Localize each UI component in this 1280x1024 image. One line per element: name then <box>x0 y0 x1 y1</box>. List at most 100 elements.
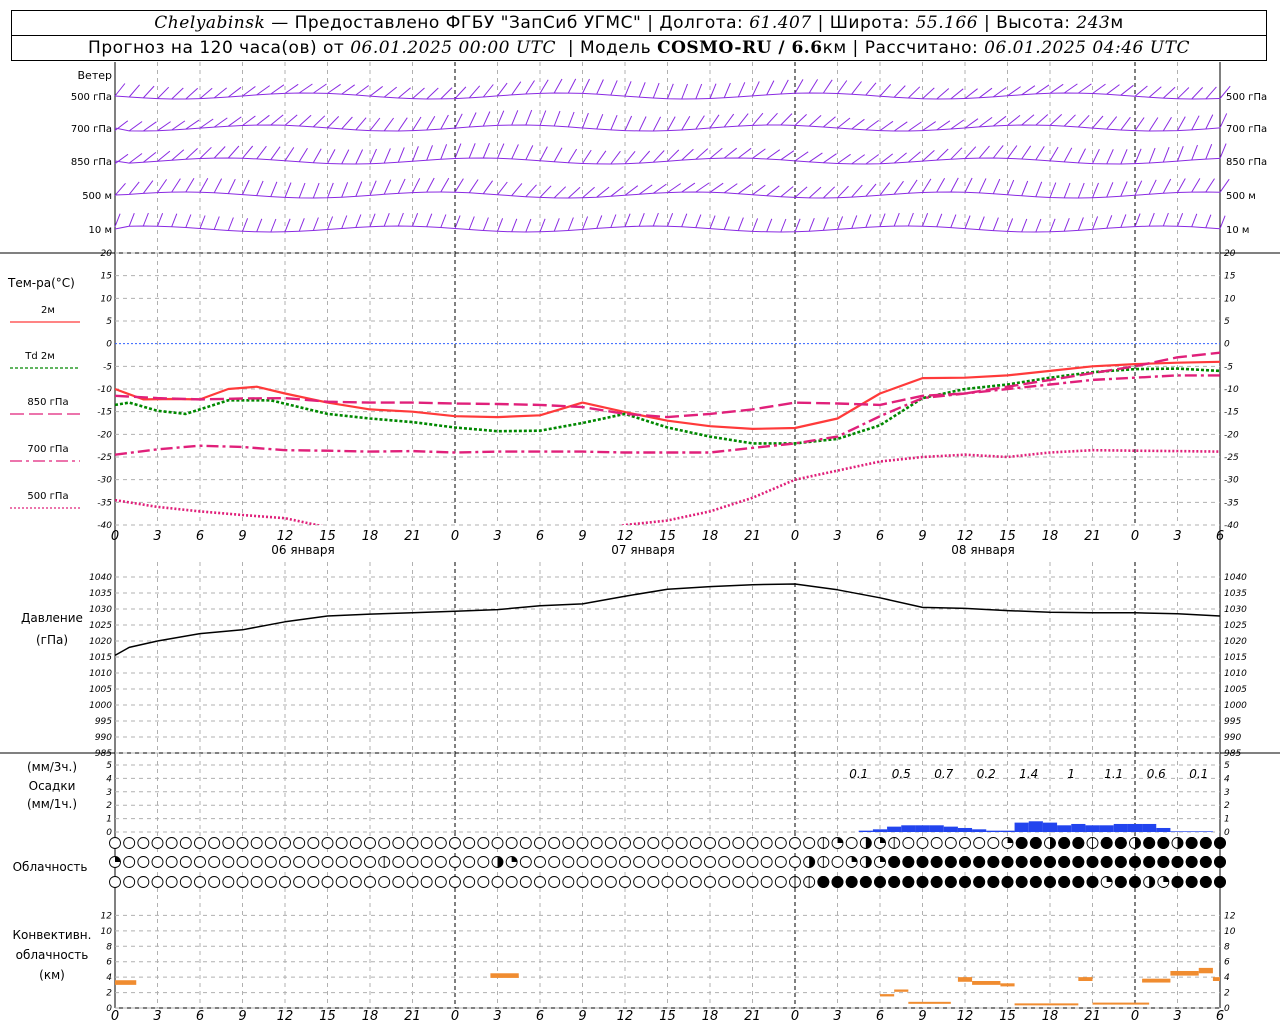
cloud-symbol <box>208 876 221 888</box>
bottom-hour-label: 12 <box>277 1009 294 1024</box>
prec-panel-label: Осадки <box>29 779 76 793</box>
prec-ytick-right: 2 <box>1224 801 1230 811</box>
wind-barb-row <box>114 109 1228 132</box>
bottom-hour-label: 9 <box>578 1009 586 1024</box>
cloud-circle <box>392 876 405 888</box>
conv-panel-label-line: (км) <box>39 968 65 982</box>
cloud-circle <box>491 837 504 849</box>
cloud-circle <box>449 876 461 888</box>
cloud-symbol <box>264 856 277 868</box>
cloud-symbol <box>165 837 178 849</box>
cloud-symbol <box>505 856 518 868</box>
cloud-fill-quarter <box>851 856 858 862</box>
temp-panel-label: Тем-ра(°C) <box>7 276 75 290</box>
cloud-symbol <box>1199 837 1212 849</box>
cloud-symbol <box>307 876 320 888</box>
cloud-circle <box>505 876 518 888</box>
cloud-fill-full <box>874 876 886 888</box>
cloud-symbol <box>916 876 929 888</box>
bottom-hour-label: 9 <box>238 1009 246 1024</box>
cloud-symbol <box>378 837 391 849</box>
temp-ytick-left: 10 <box>101 294 113 304</box>
pres-ytick-right: 1040 <box>1224 573 1247 583</box>
cloud-fill-half <box>809 856 815 868</box>
bottom-hour-label: 15 <box>659 1009 676 1024</box>
cloud-symbol <box>774 837 787 849</box>
cloud-symbol <box>1015 837 1028 849</box>
cloud-fill-full <box>1001 876 1014 888</box>
cloud-fill-full <box>1143 856 1156 868</box>
cloud-symbol <box>236 856 249 868</box>
cloud-fill-full <box>1199 856 1212 868</box>
cloud-circle <box>675 856 688 868</box>
cloud-circle <box>179 856 192 868</box>
cloud-symbol <box>689 876 702 888</box>
cloud-symbol <box>1001 856 1014 868</box>
cloud-symbol <box>1001 876 1014 888</box>
temp-ytick-right: 20 <box>1224 249 1236 259</box>
bottom-hour-label: 12 <box>617 1009 634 1024</box>
cloud-symbol <box>817 837 830 849</box>
cloud-symbol <box>930 876 943 888</box>
cloud-symbol <box>930 856 943 868</box>
cloud-symbol <box>916 837 929 849</box>
cloud-symbol <box>1143 837 1156 849</box>
hour-tick-label: 12 <box>617 529 634 544</box>
cloud-symbol <box>548 856 561 868</box>
cloud-symbol <box>859 837 872 849</box>
cloud-circle <box>293 837 306 849</box>
cloud-circle <box>661 876 674 888</box>
cloud-symbol <box>1044 837 1056 849</box>
cloud-fill-full <box>944 856 957 868</box>
cloud-fill-full <box>1086 876 1099 888</box>
cloud-symbol <box>789 837 801 849</box>
cloud-circle <box>420 837 433 849</box>
cloud-symbol <box>1086 856 1099 868</box>
cloud-circle <box>675 876 688 888</box>
hour-tick-label: 9 <box>238 529 246 544</box>
cloud-symbol <box>959 876 971 888</box>
cloud-circle <box>718 856 731 868</box>
cloud-symbol <box>845 856 858 868</box>
cloud-symbol <box>704 876 716 888</box>
hour-tick-label: 12 <box>957 529 974 544</box>
cloud-symbol <box>675 837 688 849</box>
cloud-symbol <box>335 876 348 888</box>
cloud-symbol <box>1058 837 1071 849</box>
cloud-symbol <box>1100 837 1113 849</box>
cloud-symbol <box>208 837 221 849</box>
cloud-circle <box>222 856 235 868</box>
cloud-symbol <box>406 837 419 849</box>
cloud-fill-full <box>1114 856 1127 868</box>
cloud-circle <box>434 837 447 849</box>
cloud-symbol <box>449 876 461 888</box>
precip-bar <box>929 825 944 832</box>
cloud-symbol <box>562 837 575 849</box>
cloud-fill-quarter <box>115 856 121 862</box>
conv-segment <box>894 989 909 992</box>
precip-bar <box>1142 823 1157 832</box>
cloud-circle <box>364 856 376 868</box>
cloud-circle <box>619 837 631 849</box>
wind-level-label-right: 850 гПа <box>1226 157 1267 168</box>
cloud-symbol <box>463 856 476 868</box>
hour-tick-label: 18 <box>362 529 379 544</box>
cloud-circle <box>321 856 334 868</box>
cloud-circle <box>349 837 362 849</box>
wind-level-label-right: 10 м <box>1226 225 1249 236</box>
cloud-symbol <box>1015 876 1028 888</box>
pres-ytick-right: 1015 <box>1224 653 1247 663</box>
cloud-fill-full <box>1171 876 1184 888</box>
temp-ytick-left: 20 <box>101 249 113 259</box>
cloud-symbol <box>959 856 971 868</box>
precip-bar <box>872 829 888 832</box>
conv-segment <box>1212 977 1220 981</box>
cloud-symbol <box>689 856 702 868</box>
cloud-symbol <box>562 876 575 888</box>
cloud-circle <box>831 856 844 868</box>
cloud-symbol <box>293 837 306 849</box>
temp-ytick-left: 15 <box>101 272 113 282</box>
pres-ytick-right: 1035 <box>1224 589 1247 599</box>
hour-tick-label: 9 <box>578 529 586 544</box>
hour-tick-label: 3 <box>833 529 841 544</box>
